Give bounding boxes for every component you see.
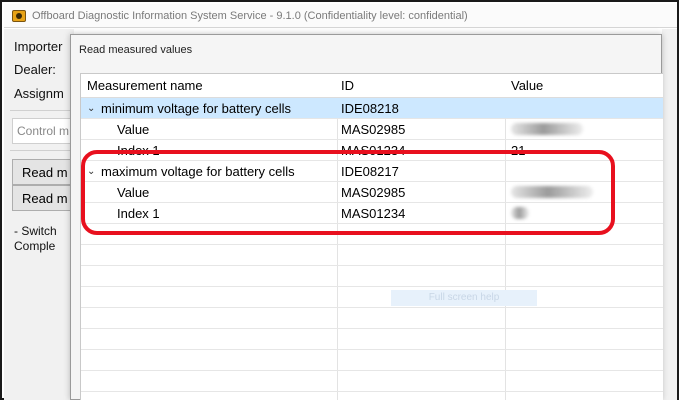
importer-label: Importer — [14, 39, 63, 54]
empty-row — [81, 350, 663, 371]
window-title: Offboard Diagnostic Information System S… — [32, 9, 468, 22]
empty-row — [81, 287, 663, 308]
application-window: Offboard Diagnostic Information System S… — [0, 0, 679, 400]
grid-header: Measurement name ID Value — [81, 74, 663, 98]
measurement-name: Value — [117, 121, 150, 137]
measurement-value — [505, 98, 663, 118]
redacted-value — [511, 123, 583, 135]
empty-row — [81, 266, 663, 287]
dealer-label: Dealer: — [14, 62, 56, 77]
empty-row — [81, 245, 663, 266]
table-row[interactable]: ⌄ minimum voltage for battery cells IDE0… — [81, 98, 663, 119]
full-screen-help-button[interactable]: Full screen help — [391, 290, 537, 306]
divider — [10, 110, 74, 111]
measurement-id: IDE08218 — [341, 100, 399, 116]
empty-row — [81, 308, 663, 329]
highlight-annotation — [81, 150, 615, 235]
complete-note: Comple — [14, 239, 56, 253]
divider — [10, 150, 74, 151]
empty-row — [81, 371, 663, 392]
column-header-id[interactable]: ID — [337, 74, 505, 97]
dialog-title: Read measured values — [79, 44, 193, 56]
table-row[interactable]: Value MAS02985 — [81, 119, 663, 140]
background-panel-right — [662, 29, 677, 400]
odis-app-icon — [12, 9, 26, 22]
switch-note: - Switch — [14, 224, 57, 238]
column-header-name[interactable]: Measurement name — [87, 74, 337, 97]
chevron-down-icon[interactable]: ⌄ — [87, 103, 101, 114]
empty-row — [81, 329, 663, 350]
read-button-2[interactable]: Read m — [12, 185, 74, 211]
measurement-name: minimum voltage for battery cells — [101, 100, 292, 116]
measurement-id: MAS02985 — [341, 121, 406, 137]
assignment-label: Assignm — [14, 86, 64, 101]
column-header-value[interactable]: Value — [505, 74, 663, 97]
read-button-1[interactable]: Read m — [12, 159, 74, 185]
measured-values-grid: Measurement name ID Value ⌄ minimum volt… — [80, 73, 663, 400]
control-module-field[interactable]: Control m — [12, 118, 74, 144]
title-bar: Offboard Diagnostic Information System S… — [4, 4, 677, 28]
background-panel — [4, 29, 74, 400]
